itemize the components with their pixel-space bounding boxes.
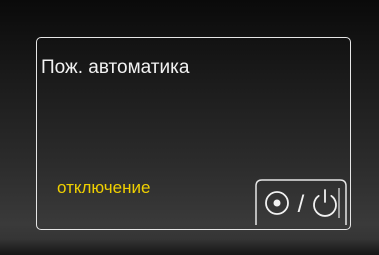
on-off-toggle-button[interactable]: / — [255, 178, 347, 226]
toggle-separator: / — [298, 191, 305, 218]
power-icon — [313, 189, 337, 217]
panel-title: Пож. автоматика — [41, 57, 190, 78]
screen: Пож. автоматика отключение / — [0, 0, 379, 255]
on-off-toggle-icon: / — [255, 179, 347, 225]
fire-automation-panel: Пож. автоматика отключение / — [36, 37, 351, 230]
on-symbol-icon — [265, 191, 289, 215]
status-label: отключение — [57, 178, 151, 197]
bottom-shade — [0, 239, 379, 255]
